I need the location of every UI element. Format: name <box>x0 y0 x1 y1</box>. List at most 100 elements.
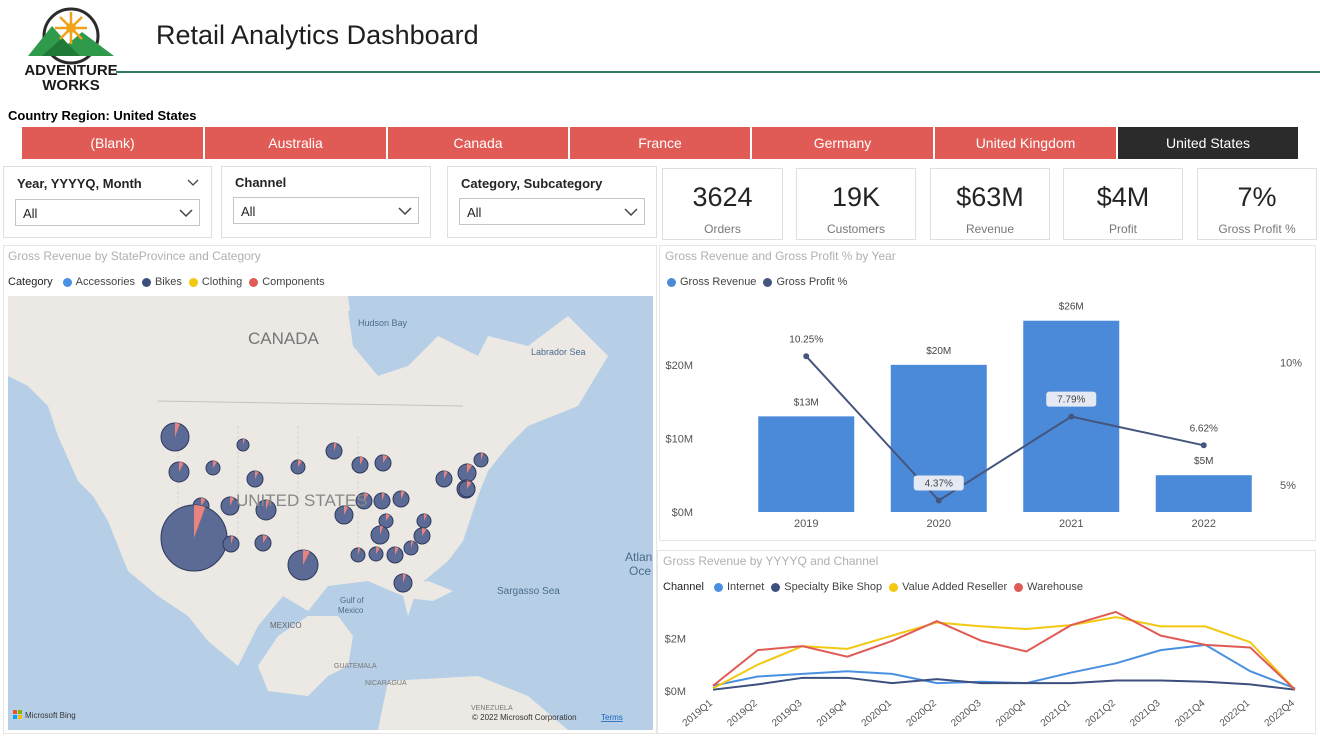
state-pie-marker[interactable] <box>374 454 392 472</box>
tab-france[interactable]: France <box>570 127 750 159</box>
profit-pct-label: 4.37% <box>925 478 953 489</box>
y-tick-label: $2M <box>665 633 686 645</box>
revenue-bar[interactable] <box>758 416 855 512</box>
state-pie-marker[interactable] <box>236 438 250 452</box>
state-pie-marker[interactable] <box>457 463 477 483</box>
slicer-category: Category, Subcategory All <box>447 166 657 238</box>
state-pie-marker[interactable] <box>392 490 410 508</box>
x-tick-label: 2020Q4 <box>994 698 1029 730</box>
legend-internet[interactable]: Internet <box>727 581 764 593</box>
profit-pct-point[interactable] <box>1068 413 1075 420</box>
profit-pct-point[interactable] <box>935 497 942 504</box>
map-copyright: © 2022 Microsoft Corporation <box>472 713 577 722</box>
x-tick-label: 2021Q2 <box>1084 698 1119 730</box>
x-tick-label: 2021Q1 <box>1039 698 1074 730</box>
slicer-category-dropdown[interactable]: All <box>459 198 645 225</box>
x-tick-label: 2021 <box>1059 518 1083 530</box>
card-orders-value: 3624 <box>692 182 753 212</box>
slicer-year-value: All <box>23 206 38 221</box>
legend-specialty-bike-shop[interactable]: Specialty Bike Shop <box>784 581 882 593</box>
state-pie-marker[interactable] <box>386 546 404 564</box>
state-pie-marker[interactable] <box>290 459 306 475</box>
x-tick-label: 2019Q2 <box>725 698 760 730</box>
legend-clothing[interactable]: Clothing <box>202 276 242 288</box>
tab-germany[interactable]: Germany <box>752 127 933 159</box>
state-pie-marker[interactable] <box>373 492 391 510</box>
x-tick-label: 2020Q2 <box>904 698 939 730</box>
channel-series-line[interactable] <box>712 676 1296 691</box>
card-revenue-value: $63M <box>956 182 1024 212</box>
channel-chart[interactable]: $0M $2M 2019Q1 2019Q2 2019Q3 2019Q4 2020Q1 2020… <box>658 596 1315 733</box>
state-pie-marker[interactable] <box>205 460 221 476</box>
x-tick-label: 2020Q3 <box>949 698 984 730</box>
profit-pct-label: 10.25% <box>789 334 823 345</box>
card-gross-profit-pct-value: 7% <box>1237 182 1277 212</box>
legend-accessories[interactable]: Accessories <box>76 276 135 288</box>
slicer-channel-dropdown[interactable]: All <box>233 197 419 224</box>
profit-pct-point[interactable] <box>1200 442 1207 449</box>
state-pie-marker[interactable] <box>160 422 190 452</box>
state-pie-marker[interactable] <box>287 549 319 581</box>
state-pie-marker[interactable] <box>254 534 272 552</box>
map-label-atlantic-2: Oce <box>629 564 651 578</box>
state-pie-marker[interactable] <box>160 504 228 572</box>
revenue-bar-label: $5M <box>1194 456 1213 467</box>
state-pie-marker[interactable] <box>350 547 366 563</box>
revenue-bar-label: $26M <box>1059 302 1084 313</box>
card-revenue-label: Revenue <box>965 222 1015 236</box>
x-tick-label: 2022 <box>1192 518 1216 530</box>
card-profit-value: $4M <box>1096 182 1150 212</box>
state-pie-marker[interactable] <box>222 535 240 553</box>
legend-gross-revenue[interactable]: Gross Revenue <box>680 276 756 288</box>
legend-gross-profit[interactable]: Gross Profit % <box>776 276 847 288</box>
map-canvas[interactable]: CANADA Hudson Bay Labrador Sea UNITED ST… <box>8 296 653 730</box>
channel-legend-title: Channel <box>663 581 704 593</box>
card-customers-label: Customers <box>826 222 885 236</box>
profit-pct-label: 6.62% <box>1190 423 1218 434</box>
state-pie-marker[interactable] <box>458 480 476 498</box>
profit-pct-line[interactable] <box>805 355 1204 502</box>
map-terms-link[interactable]: Terms <box>601 713 623 722</box>
legend-internet-dot <box>713 582 723 592</box>
state-pie-marker[interactable] <box>168 461 190 483</box>
tab-united-states[interactable]: United States <box>1118 127 1298 159</box>
map-label-guatemala: GUATEMALA <box>334 663 377 670</box>
tab-blank[interactable]: (Blank) <box>22 127 203 159</box>
legend-warehouse[interactable]: Warehouse <box>1027 581 1083 593</box>
map-bing-label: Microsoft Bing <box>25 711 76 720</box>
state-pie-marker[interactable] <box>403 540 419 556</box>
x-tick-label: 2022Q1 <box>1218 698 1253 730</box>
tab-united-kingdom[interactable]: United Kingdom <box>935 127 1116 159</box>
state-pie-marker[interactable] <box>325 442 343 460</box>
profit-pct-point[interactable] <box>803 353 810 360</box>
tab-australia[interactable]: Australia <box>205 127 386 159</box>
state-pie-marker[interactable] <box>368 546 384 562</box>
y2-tick-label: 10% <box>1280 357 1302 369</box>
state-pie-marker[interactable] <box>351 456 369 474</box>
state-pie-marker[interactable] <box>413 527 431 545</box>
legend-var-dot <box>889 582 899 592</box>
slicer-year-chevron-icon[interactable] <box>187 179 199 187</box>
card-orders-label: Orders <box>704 222 741 236</box>
legend-gross-profit-dot <box>763 277 773 287</box>
card-orders: 3624 Orders <box>662 168 783 240</box>
slicer-category-value: All <box>467 205 482 220</box>
map-label-canada: CANADA <box>248 329 320 348</box>
legend-value-added-reseller[interactable]: Value Added Reseller <box>902 581 1007 593</box>
state-pie-marker[interactable] <box>435 470 453 488</box>
revenue-bar[interactable] <box>1155 475 1252 512</box>
state-pie-marker[interactable] <box>370 525 390 545</box>
state-pie-marker[interactable] <box>416 513 432 529</box>
tab-canada[interactable]: Canada <box>388 127 568 159</box>
y-tick-label: $0M <box>672 507 693 519</box>
country-region-label: Country Region: United States <box>8 108 197 123</box>
revenue-profit-chart[interactable]: $0M $10M $20M 5% 10% $13M 2019 $20M 2020 $26M 2021… <box>660 296 1315 538</box>
state-pie-marker[interactable] <box>473 452 489 468</box>
legend-components[interactable]: Components <box>262 276 324 288</box>
legend-bikes[interactable]: Bikes <box>155 276 182 288</box>
slicer-channel: Channel All <box>221 166 431 238</box>
state-pie-marker[interactable] <box>246 470 264 488</box>
state-pie-marker[interactable] <box>393 573 413 593</box>
slicer-channel-header: Channel <box>235 175 287 190</box>
slicer-year-dropdown[interactable]: All <box>15 199 200 226</box>
